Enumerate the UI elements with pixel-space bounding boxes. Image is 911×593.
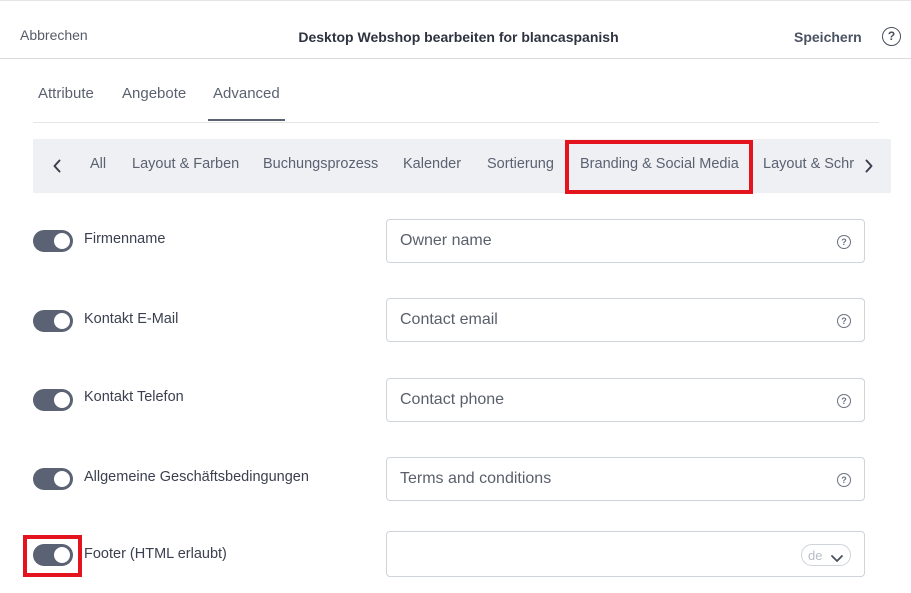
- setting-label: Kontakt Telefon: [84, 389, 184, 405]
- tab-angebote[interactable]: Angebote: [122, 85, 186, 102]
- category-sortierung[interactable]: Sortierung: [487, 156, 554, 172]
- main-tabs: Attribute Angebote Advanced: [33, 59, 879, 123]
- help-circle-icon[interactable]: ?: [837, 235, 851, 249]
- input-placeholder: Contact email: [400, 311, 498, 328]
- setting-row-kontakt-email: Kontakt E-Mail Contact email ?: [0, 298, 911, 344]
- toggle-knob: [54, 392, 70, 408]
- setting-row-kontakt-telefon: Kontakt Telefon Contact phone ?: [0, 377, 911, 423]
- contact-email-input[interactable]: Contact email ?: [386, 298, 865, 342]
- tab-attribute[interactable]: Attribute: [38, 85, 94, 102]
- contact-phone-input[interactable]: Contact phone ?: [386, 378, 865, 422]
- input-placeholder: Owner name: [400, 232, 492, 249]
- toggle-switch[interactable]: [33, 468, 73, 490]
- dialog-header: Abbrechen Desktop Webshop bearbeiten for…: [0, 3, 911, 59]
- setting-label: Footer (HTML erlaubt): [84, 546, 227, 562]
- setting-row-footer: Footer (HTML erlaubt) de: [0, 531, 911, 578]
- toggle-knob: [54, 471, 70, 487]
- input-placeholder: Terms and conditions: [400, 470, 552, 487]
- terms-conditions-input[interactable]: Terms and conditions ?: [386, 457, 865, 501]
- setting-label: Allgemeine Geschäftsbedingungen: [84, 469, 309, 485]
- language-value: de: [808, 548, 823, 563]
- category-layout-schriften[interactable]: Layout & Schriften: [763, 156, 855, 172]
- toggle-knob: [54, 233, 70, 249]
- language-select[interactable]: de: [801, 544, 851, 566]
- tab-advanced[interactable]: Advanced: [208, 85, 285, 121]
- chevron-right-icon[interactable]: [855, 139, 883, 193]
- setting-row-firmenname: Firmenname Owner name ?: [0, 218, 911, 264]
- setting-label: Kontakt E-Mail: [84, 311, 179, 327]
- category-kalender[interactable]: Kalender: [403, 156, 461, 172]
- toggle-knob: [54, 313, 70, 329]
- setting-label: Firmenname: [84, 231, 166, 247]
- input-placeholder: Contact phone: [400, 391, 505, 408]
- help-circle-icon[interactable]: ?: [837, 473, 851, 487]
- owner-name-input[interactable]: Owner name ?: [386, 219, 865, 263]
- setting-row-agb: Allgemeine Geschäftsbedingungen Terms an…: [0, 456, 911, 502]
- toggle-knob: [54, 547, 70, 563]
- footer-html-input[interactable]: de: [386, 531, 865, 577]
- help-icon[interactable]: ?: [882, 27, 901, 46]
- category-nav-items: All Layout & Farben Buchungsprozess Kale…: [33, 139, 855, 193]
- dialog-title: Desktop Webshop bearbeiten for blancaspa…: [298, 29, 619, 45]
- save-button[interactable]: Speichern: [794, 29, 862, 45]
- help-circle-icon[interactable]: ?: [837, 314, 851, 328]
- toggle-switch[interactable]: [33, 310, 73, 332]
- category-branding-social-media[interactable]: Branding & Social Media: [580, 156, 739, 172]
- toggle-switch[interactable]: [33, 544, 73, 566]
- category-all[interactable]: All: [90, 156, 106, 172]
- chevron-down-icon: [830, 550, 844, 568]
- category-layout-farben[interactable]: Layout & Farben: [132, 156, 239, 172]
- toggle-switch[interactable]: [33, 230, 73, 252]
- toggle-switch[interactable]: [33, 389, 73, 411]
- chevron-left-icon[interactable]: [43, 139, 71, 193]
- category-nav: All Layout & Farben Buchungsprozess Kale…: [33, 139, 891, 193]
- help-circle-icon[interactable]: ?: [837, 394, 851, 408]
- category-buchungsprozess[interactable]: Buchungsprozess: [263, 156, 378, 172]
